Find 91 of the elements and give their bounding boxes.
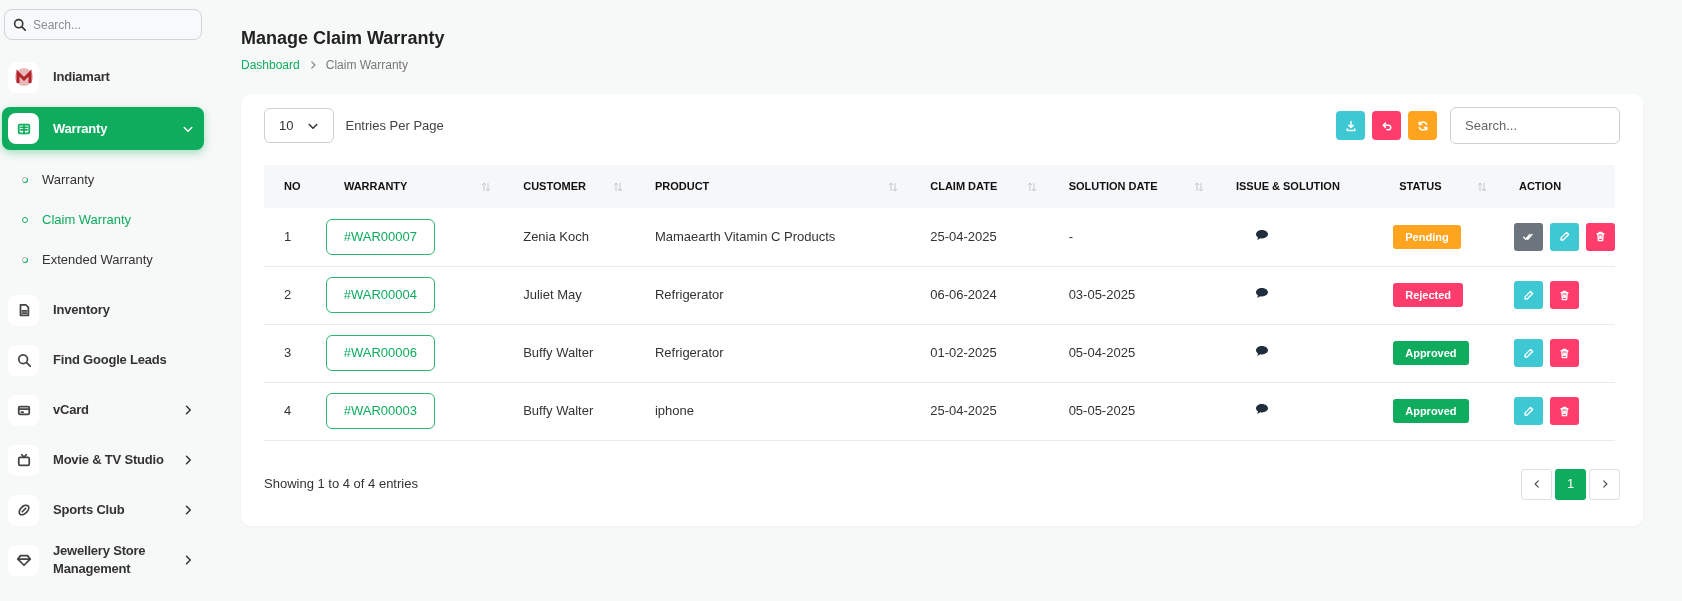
refresh-icon xyxy=(1416,119,1429,132)
status-badge: Approved xyxy=(1393,398,1469,424)
edit-button[interactable] xyxy=(1513,397,1543,425)
sidebar-item[interactable]: Jewellery Store Management xyxy=(2,540,204,580)
table-cell: Refrigerator xyxy=(654,345,724,361)
sidebar-item[interactable]: Sports Club xyxy=(2,490,204,530)
comment-icon[interactable] xyxy=(1254,403,1269,416)
approve-button[interactable] xyxy=(1513,222,1543,251)
page-title: Manage Claim Warranty xyxy=(241,27,446,50)
table-cell: - xyxy=(1068,229,1073,244)
entries-select[interactable]: 10 xyxy=(264,108,335,143)
table-cell: 06-06-2024 xyxy=(930,287,997,303)
table-cell: 25-04-2025 xyxy=(930,403,997,419)
table-cell: Buffy Walter xyxy=(523,345,594,361)
brand-logo-icon xyxy=(13,67,34,87)
undo-button[interactable] xyxy=(1372,111,1401,140)
table-cell: Refrigerator xyxy=(654,287,724,303)
table-cell: 25-04-2025 xyxy=(930,229,997,244)
entries-summary: Showing 1 to 4 of 4 entries xyxy=(264,475,418,494)
submenu-item[interactable]: Extended Warranty xyxy=(0,240,206,280)
pencil-icon xyxy=(1522,289,1534,301)
table-cell: Zenia Koch xyxy=(523,229,589,244)
entries-label: Entries Per Page xyxy=(345,116,444,135)
sidebar-item[interactable]: Inventory xyxy=(2,290,204,330)
double-check-icon xyxy=(1522,231,1534,243)
sort-icon xyxy=(612,181,623,192)
column-header-cell[interactable]: ACTION xyxy=(1518,178,1603,195)
comment-icon[interactable] xyxy=(1254,345,1269,358)
trash-icon xyxy=(1558,289,1570,301)
tv-icon xyxy=(16,453,31,467)
column-header-cell[interactable]: STATUS xyxy=(1399,178,1487,195)
sort-icon xyxy=(888,181,899,192)
column-header-cell[interactable]: CUSTOMER xyxy=(523,178,623,195)
delete-button[interactable] xyxy=(1549,339,1579,367)
table-cell: 03-05-2025 xyxy=(1068,287,1136,303)
table-cell: 05-04-2025 xyxy=(1068,345,1136,361)
pencil-icon xyxy=(1522,405,1534,417)
table-cell: 2 xyxy=(284,287,292,303)
edit-button[interactable] xyxy=(1549,222,1579,251)
status-badge: Pending xyxy=(1393,224,1461,249)
column-header-cell[interactable]: SOLUTION DATE xyxy=(1068,178,1204,195)
search-field[interactable]: Search... xyxy=(4,9,202,40)
trash-icon xyxy=(1594,231,1606,243)
sort-icon xyxy=(1193,181,1204,192)
status-badge: Approved xyxy=(1393,340,1469,366)
edit-button[interactable] xyxy=(1513,281,1543,309)
search-icon xyxy=(13,18,26,31)
table-cell: 05-05-2025 xyxy=(1068,403,1136,419)
table-cell: 01-02-2025 xyxy=(930,345,997,361)
pencil-icon xyxy=(1522,347,1534,359)
column-header-cell[interactable]: PRODUCT xyxy=(654,178,899,195)
column-header-cell[interactable]: NO xyxy=(284,178,312,195)
gem-icon xyxy=(16,553,31,567)
delete-button[interactable] xyxy=(1585,222,1615,251)
refresh-button[interactable] xyxy=(1408,111,1437,140)
delete-button[interactable] xyxy=(1549,281,1579,309)
table-cell: 3 xyxy=(284,345,292,361)
breadcrumb-current: Claim Warranty xyxy=(325,57,408,74)
table-cell: iphone xyxy=(654,403,694,419)
submenu-item[interactable]: Warranty xyxy=(0,160,206,200)
table-cell: Mamaearth Vitamin C Products xyxy=(654,229,836,244)
column-header-cell[interactable]: ISSUE & SOLUTION xyxy=(1235,178,1368,195)
sidebar-item[interactable]: Find Google Leads xyxy=(2,340,204,380)
table-cell: Juliet May xyxy=(523,287,582,303)
sort-icon xyxy=(1476,181,1487,192)
search-field[interactable]: Search... xyxy=(1450,107,1620,144)
comment-icon[interactable] xyxy=(1254,229,1269,241)
status-badge: Rejected xyxy=(1393,282,1464,308)
sort-icon xyxy=(481,181,492,192)
card-icon xyxy=(16,403,31,417)
pencil-icon xyxy=(1558,231,1570,243)
column-header-cell[interactable]: WARRANTY xyxy=(343,178,492,195)
undo-icon xyxy=(1380,119,1393,132)
table-cell: 4 xyxy=(284,403,292,419)
download-button[interactable] xyxy=(1336,111,1365,140)
search-icon xyxy=(16,353,31,367)
edit-button[interactable] xyxy=(1513,339,1543,367)
comment-icon[interactable] xyxy=(1254,287,1269,300)
delete-button[interactable] xyxy=(1549,397,1579,425)
table-cell: 1 xyxy=(284,229,292,244)
trash-icon xyxy=(1558,405,1570,417)
trash-icon xyxy=(1558,347,1570,359)
book-icon xyxy=(16,121,31,136)
table-cell: Buffy Walter xyxy=(523,403,594,419)
sort-icon xyxy=(1026,181,1037,192)
bullet-icon xyxy=(22,217,28,223)
column-header-cell[interactable]: CLAIM DATE xyxy=(930,178,1037,195)
sidebar-item[interactable]: Movie & TV Studio xyxy=(2,440,204,480)
sidebar-item[interactable]: vCard xyxy=(2,390,204,430)
download-icon xyxy=(1344,119,1357,132)
sidebar-item[interactable]: Indiamart xyxy=(2,57,204,97)
